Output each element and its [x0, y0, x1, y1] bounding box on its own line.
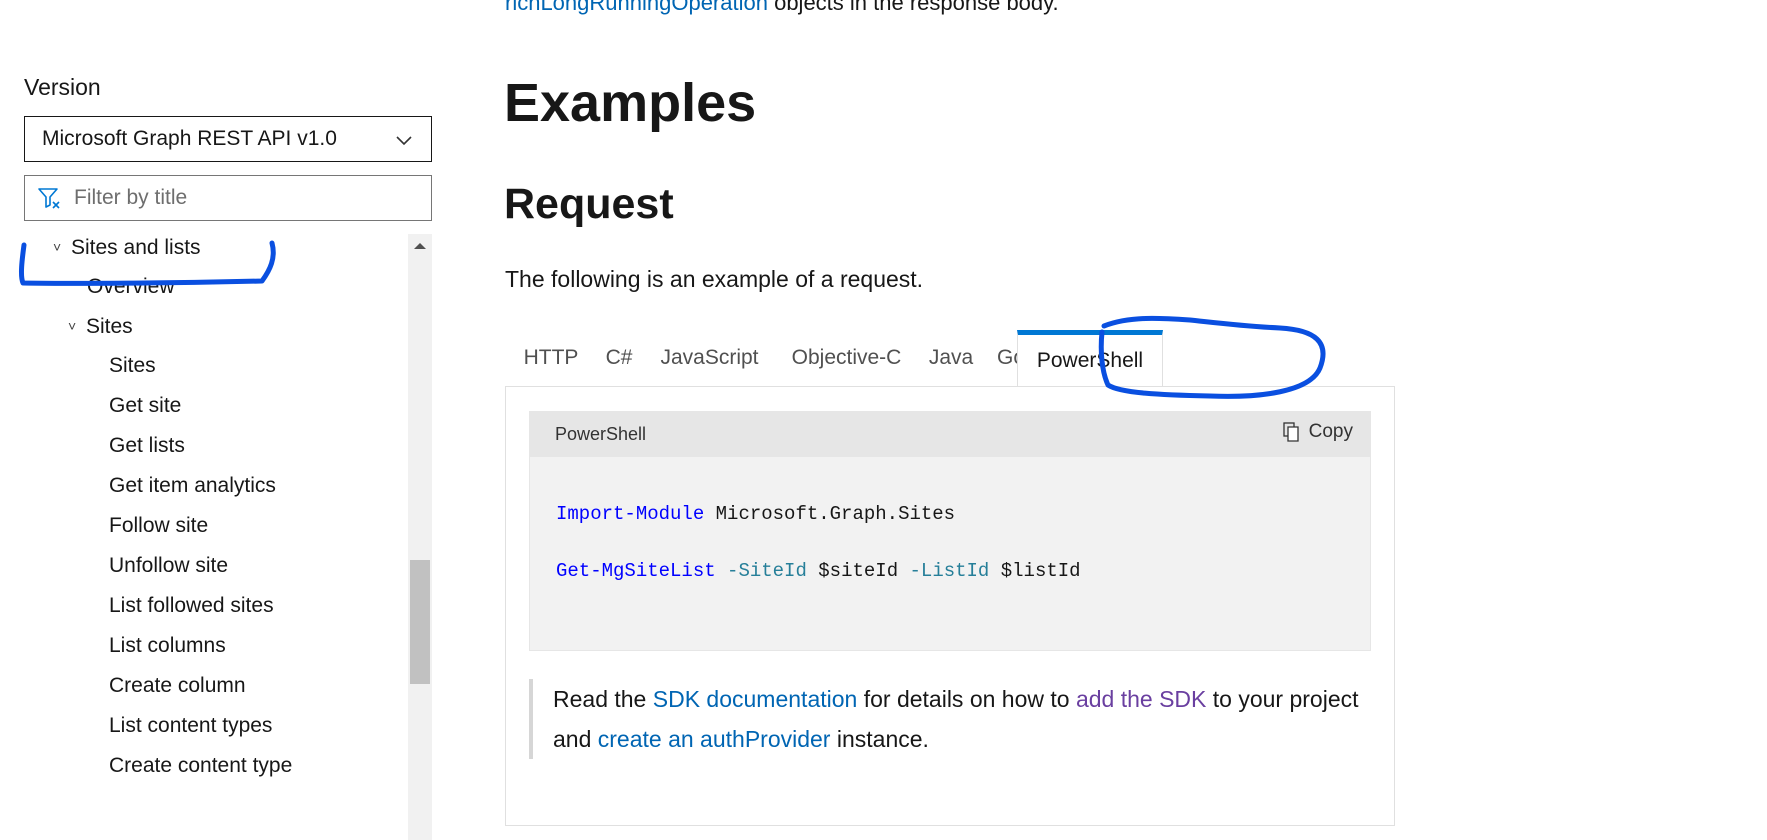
code-parameter: -ListId [909, 560, 990, 582]
code-language-label: PowerShell [555, 423, 647, 444]
copy-label: Copy [1308, 421, 1353, 442]
code-argument: Microsoft.Graph.Sites [704, 503, 956, 525]
chevron-down-icon: ˅ [53, 239, 62, 255]
toc-item-get-lists[interactable]: Get lists [109, 433, 185, 459]
request-heading: Request [504, 180, 674, 228]
tab-powershell[interactable]: PowerShell [1017, 330, 1163, 386]
toc-item-create-content-type[interactable]: Create content type [109, 753, 292, 779]
tab-objective-c[interactable]: Objective-C [778, 330, 915, 386]
code-cmdlet: Import-Module [556, 503, 705, 525]
toc-item-sites-group[interactable]: ˅ Sites [68, 313, 133, 340]
version-label: Version [24, 74, 101, 100]
sdk-note: Read the SDK documentation for details o… [529, 679, 1373, 759]
toc-item-get-site[interactable]: Get site [109, 393, 181, 419]
code-variable: $listId [1000, 560, 1081, 582]
code-block: Import-Module Microsoft.Graph.Sites Get-… [529, 457, 1371, 651]
examples-heading: Examples [504, 73, 757, 133]
filter-icon [38, 188, 60, 209]
tab-csharp[interactable]: C# [597, 330, 641, 386]
add-the-sdk-link[interactable]: add the SDK [1076, 686, 1206, 712]
copy-icon [1282, 422, 1299, 442]
tab-javascript[interactable]: JavaScript [641, 330, 778, 386]
toc-label: Sites [86, 315, 133, 338]
toc-scrollbar[interactable] [408, 234, 432, 840]
code-parameter: -SiteId [727, 560, 807, 582]
chevron-down-icon [396, 136, 412, 146]
toc-item-overview[interactable]: Overview [87, 274, 175, 300]
toc-item-get-item-analytics[interactable]: Get item analytics [109, 473, 276, 499]
toc-item-follow-site[interactable]: Follow site [109, 513, 208, 539]
toc-item-list-columns[interactable]: List columns [109, 633, 226, 659]
rich-long-running-operation-link[interactable]: richLongRunningOperation [505, 0, 768, 15]
sdk-documentation-link[interactable]: SDK documentation [653, 686, 858, 712]
toc-label: Sites and lists [71, 236, 201, 259]
example-panel: PowerShell Copy Import-Module Microsoft.… [505, 386, 1395, 826]
toc-item-list-followed-sites[interactable]: List followed sites [109, 593, 274, 619]
note-text: for details on how to [857, 686, 1076, 712]
chevron-down-icon: ˅ [68, 318, 77, 334]
toc-item-unfollow-site[interactable]: Unfollow site [109, 553, 228, 579]
tab-http[interactable]: HTTP [505, 330, 597, 386]
toc-item-sites-and-lists[interactable]: ˅ Sites and lists [53, 234, 201, 261]
code-cmdlet: Get-MgSiteList [556, 560, 716, 582]
filter-input[interactable] [72, 185, 406, 211]
previous-paragraph: richLongRunningOperation objects in the … [505, 0, 1059, 16]
code-variable: $siteId [818, 560, 899, 582]
table-of-contents: ˅ Sites and lists Overview ˅ Sites Sites G… [24, 234, 408, 840]
request-intro-text: The following is an example of a request… [505, 266, 924, 292]
previous-paragraph-text: objects in the response body. [767, 0, 1059, 15]
toc-item-sites[interactable]: Sites [109, 353, 156, 379]
create-auth-provider-link[interactable]: create an authProvider [598, 726, 831, 752]
note-text: instance. [830, 726, 929, 752]
filter-by-title-field[interactable] [24, 175, 432, 221]
scrollbar-thumb[interactable] [410, 560, 430, 684]
copy-button[interactable]: Copy [1282, 421, 1353, 443]
toc-item-list-content-types[interactable]: List content types [109, 713, 272, 739]
code-block-header: PowerShell Copy [529, 411, 1371, 457]
scroll-up-arrow-icon[interactable] [408, 234, 432, 258]
note-text: Read the [553, 686, 653, 712]
code-line-1: Import-Module Microsoft.Graph.Sites [556, 503, 955, 525]
code-line-2: Get-MgSiteList -SiteId $siteId -ListId $… [556, 560, 1081, 582]
version-select-value: Microsoft Graph REST API v1.0 [42, 127, 337, 150]
toc-item-create-column[interactable]: Create column [109, 673, 246, 699]
tab-java[interactable]: Java [915, 330, 987, 386]
version-select[interactable]: Microsoft Graph REST API v1.0 [24, 116, 432, 162]
